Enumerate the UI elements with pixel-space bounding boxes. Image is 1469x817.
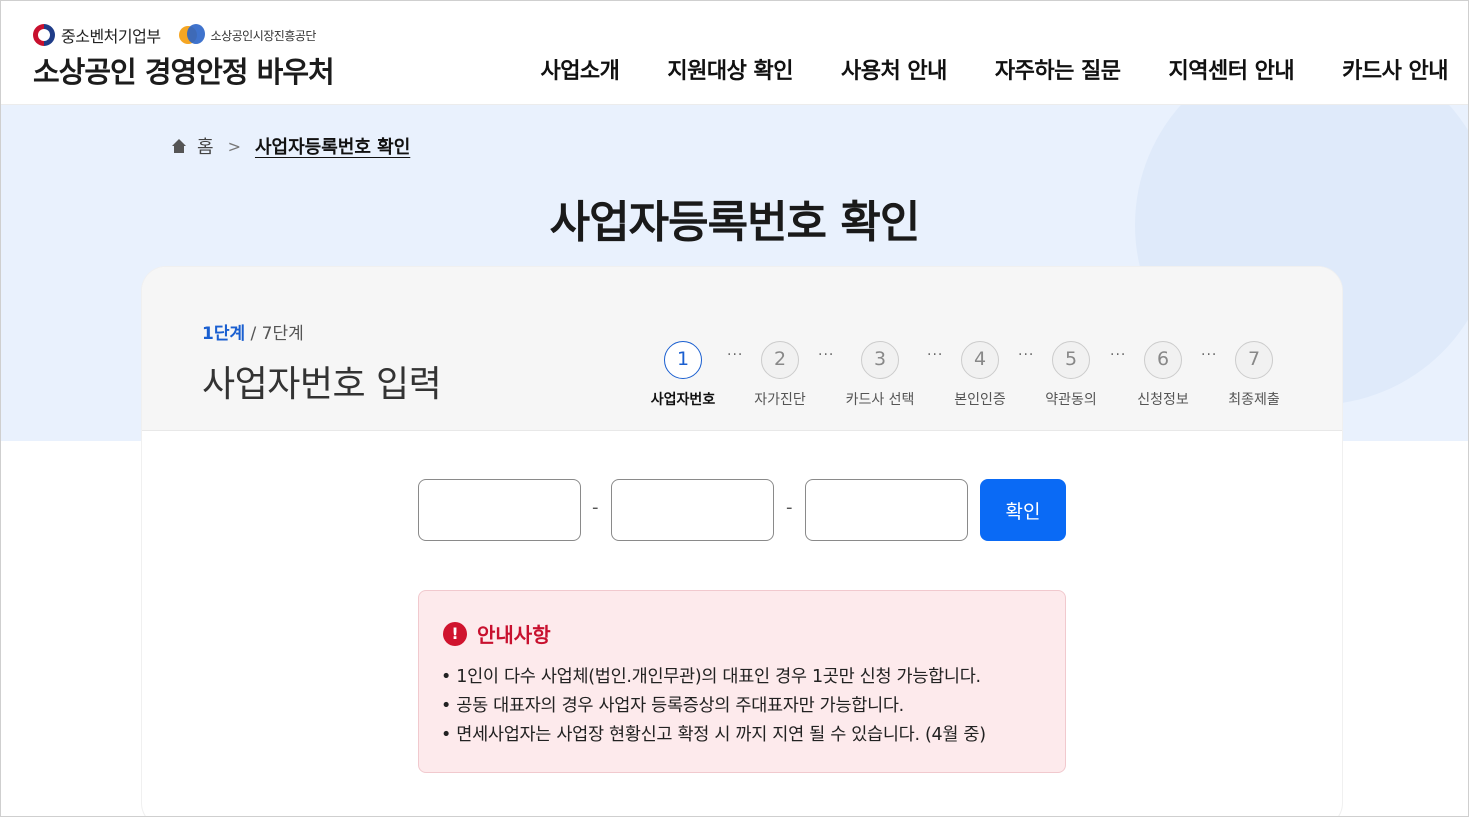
step-label: 본인인증 <box>954 392 1006 408</box>
step-label: 카드사 선택 <box>845 392 915 408</box>
main-nav: 사업소개 지원대상 확인 사용처 안내 자주하는 질문 지역센터 안내 카드사 … <box>540 53 1448 85</box>
nav-item-eligibility[interactable]: 지원대상 확인 <box>667 53 793 85</box>
step-number: 2 <box>761 341 799 379</box>
nav-item-card-company[interactable]: 카드사 안내 <box>1342 53 1448 85</box>
business-number-part3-input[interactable] <box>805 479 968 541</box>
dash-separator: - <box>786 497 793 518</box>
breadcrumb-current[interactable]: 사업자등록번호 확인 <box>255 133 410 159</box>
step-4: 4 본인인증 <box>930 341 1030 409</box>
nav-item-faq[interactable]: 자주하는 질문 <box>995 53 1121 85</box>
notice-header: ! 안내사항 <box>443 619 551 648</box>
chevron-right-icon: > <box>227 136 241 156</box>
step-label: 신청정보 <box>1137 392 1189 408</box>
step-card: 1단계 / 7단계 사업자번호 입력 1 사업자번호 ··· 2 자가진단 ··… <box>142 267 1342 816</box>
step-card-header: 1단계 / 7단계 사업자번호 입력 1 사업자번호 ··· 2 자가진단 ··… <box>142 267 1342 431</box>
step-5: 5 약관동의 <box>1021 341 1121 409</box>
step-label: 자가진단 <box>754 392 806 408</box>
ministry-name: 중소벤처기업부 <box>61 27 161 46</box>
nav-item-intro[interactable]: 사업소개 <box>540 53 619 85</box>
notice-list: 1인이 다수 사업체(법인.개인무관)의 대표인 경우 1곳만 신청 가능합니다… <box>441 663 986 750</box>
breadcrumb: 홈 > 사업자등록번호 확인 <box>171 133 410 159</box>
step-label: 사업자번호 <box>650 392 716 408</box>
page-frame: 중소벤처기업부 소상공인시장진흥공단 소상공인 경영안정 바우처 사업소개 지원… <box>0 0 1469 817</box>
confirm-button[interactable]: 확인 <box>980 479 1066 541</box>
notice-item: 1인이 다수 사업체(법인.개인무관)의 대표인 경우 1곳만 신청 가능합니다… <box>441 663 986 692</box>
stepper: 1 사업자번호 ··· 2 자가진단 ··· 3 카드사 선택 ··· 4 본인… <box>142 341 1342 421</box>
step-2: 2 자가진단 <box>730 341 830 409</box>
agency-name: 소상공인시장진흥공단 <box>210 28 317 43</box>
nav-item-regional-center[interactable]: 지역센터 안내 <box>1169 53 1295 85</box>
business-number-part2-input[interactable] <box>611 479 774 541</box>
step-number: 6 <box>1144 341 1182 379</box>
step-number: 3 <box>861 341 899 379</box>
step-1: 1 사업자번호 <box>633 341 733 409</box>
site-header: 중소벤처기업부 소상공인시장진흥공단 소상공인 경영안정 바우처 사업소개 지원… <box>1 1 1468 105</box>
alert-icon: ! <box>443 621 467 646</box>
step-number: 7 <box>1235 341 1273 379</box>
step-3: 3 카드사 선택 <box>830 341 930 409</box>
logo-top-row[interactable]: 중소벤처기업부 소상공인시장진흥공단 <box>33 23 316 47</box>
business-number-part1-input[interactable] <box>418 479 581 541</box>
notice-item: 공동 대표자의 경우 사업자 등록증상의 주대표자만 가능합니다. <box>441 692 986 721</box>
page-title: 사업자등록번호 확인 <box>549 197 921 248</box>
step-7: 7 최종제출 <box>1204 341 1304 409</box>
step-6: 6 신청정보 <box>1113 341 1213 409</box>
step-number: 4 <box>961 341 999 379</box>
nav-item-usage[interactable]: 사용처 안내 <box>841 53 947 85</box>
home-icon[interactable] <box>171 139 187 153</box>
government-emblem-icon <box>33 24 55 46</box>
brand-title[interactable]: 소상공인 경영안정 바우처 <box>33 49 335 91</box>
step-label: 약관동의 <box>1045 392 1097 408</box>
dash-separator: - <box>592 497 599 518</box>
step-number: 1 <box>664 341 702 379</box>
step-label: 최종제출 <box>1228 392 1280 408</box>
step-number: 5 <box>1052 341 1090 379</box>
agency-logo-icon <box>178 24 205 46</box>
notice-box: ! 안내사항 1인이 다수 사업체(법인.개인무관)의 대표인 경우 1곳만 신… <box>418 590 1066 773</box>
notice-title: 안내사항 <box>477 623 551 647</box>
notice-item: 면세사업자는 사업장 현황신고 확정 시 까지 지연 될 수 있습니다. (4월… <box>441 721 986 750</box>
breadcrumb-home[interactable]: 홈 <box>197 133 214 159</box>
